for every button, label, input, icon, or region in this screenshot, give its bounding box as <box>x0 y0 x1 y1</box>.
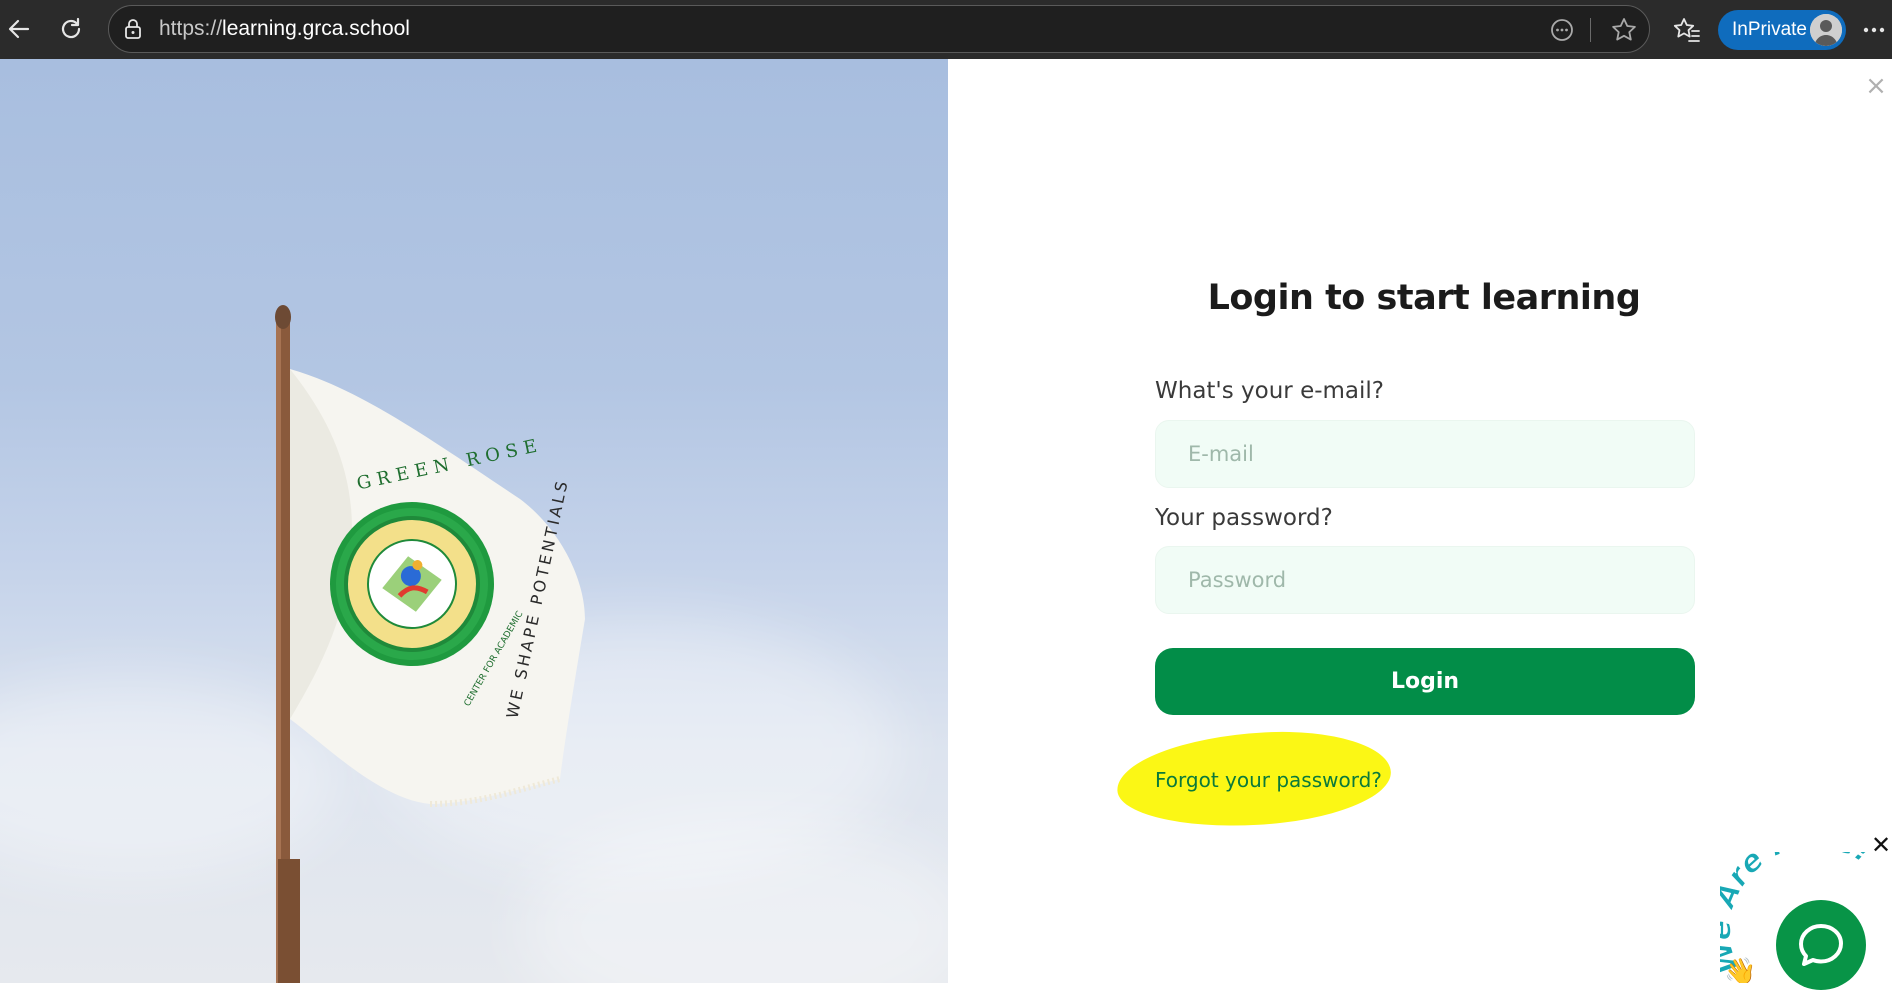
toolbar-divider <box>1590 18 1591 42</box>
url-host: learning.grca.school <box>222 17 410 40</box>
close-icon[interactable]: × <box>1864 73 1888 99</box>
forgot-password-link[interactable]: Forgot your password? <box>1155 768 1382 792</box>
page-title: Login to start learning <box>1207 278 1641 318</box>
add-favorite-button[interactable] <box>1609 15 1639 45</box>
url-text[interactable]: https://learning.grca.school <box>159 17 410 41</box>
back-button[interactable] <box>0 10 38 48</box>
reader-mode-icon <box>1551 19 1573 41</box>
email-field[interactable] <box>1155 420 1695 488</box>
email-label: What's your e-mail? <box>1155 378 1385 404</box>
login-button[interactable]: Login <box>1155 648 1695 715</box>
favorites-icon <box>1673 18 1700 42</box>
wave-hand-icon: 👋 <box>1724 957 1756 983</box>
refresh-button[interactable] <box>52 10 90 48</box>
address-bar[interactable]: https://learning.grca.school <box>108 5 1650 53</box>
back-arrow-icon <box>8 19 30 39</box>
more-options-button[interactable] <box>1858 14 1890 46</box>
flag-illustration <box>275 305 585 983</box>
password-label: Your password? <box>1155 505 1333 531</box>
password-field[interactable] <box>1155 546 1695 614</box>
star-icon <box>1612 18 1636 41</box>
more-icon <box>1863 27 1885 33</box>
lock-icon[interactable] <box>122 18 144 40</box>
reader-mode-button[interactable] <box>1547 15 1577 45</box>
avatar <box>1810 14 1842 46</box>
flag-photo: GREEN ROSE CENTER FOR ACADEMIC WE SHAPE … <box>0 59 948 983</box>
refresh-icon <box>61 17 81 39</box>
browser-toolbar: https://learning.grca.school InPrivate <box>0 0 1892 59</box>
inprivate-profile-button[interactable]: InPrivate <box>1718 10 1846 50</box>
chat-button[interactable] <box>1776 900 1866 990</box>
chat-bubble-icon <box>1799 924 1843 966</box>
inprivate-label: InPrivate <box>1732 19 1807 40</box>
favorites-button[interactable] <box>1670 13 1704 47</box>
url-scheme: https:// <box>159 17 223 40</box>
